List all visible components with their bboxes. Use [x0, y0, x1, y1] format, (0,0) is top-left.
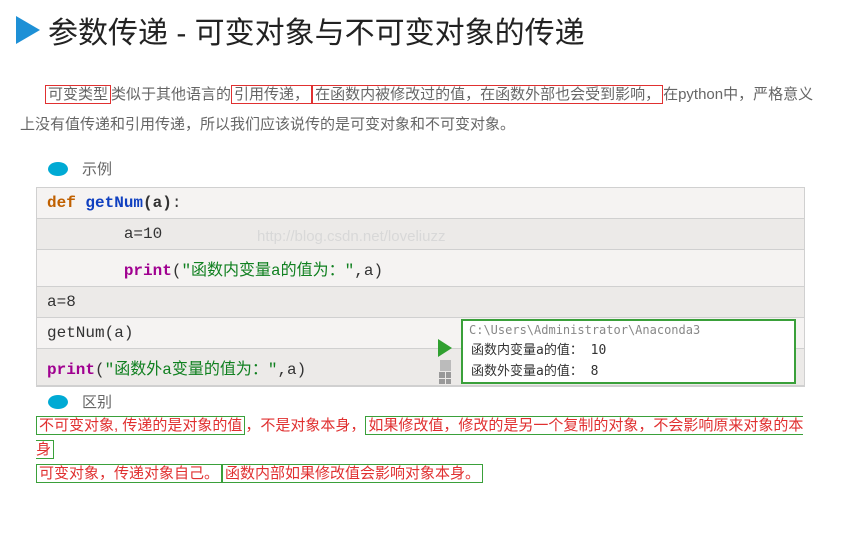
output-box: C:\Users\Administrator\Anaconda3 函数内变量a的…	[461, 319, 796, 384]
code-line-2: a=10	[37, 219, 804, 250]
difference-heading: 区别	[16, 391, 825, 412]
code-block: http://blog.csdn.net/loveliuzz def getNu…	[36, 187, 805, 387]
highlight-mutable-type: 可变类型	[45, 85, 111, 104]
layout-icon[interactable]	[439, 372, 451, 384]
example-label: 示例	[82, 158, 112, 179]
stop-icon[interactable]	[440, 360, 451, 371]
diff-immutable-a: 不可变对象, 传递的是对象的值	[36, 416, 245, 435]
bullet-icon	[48, 162, 68, 176]
output-line-2: 函数外变量a的值： 8	[467, 359, 790, 380]
play-icon[interactable]	[438, 339, 452, 357]
difference-section: 不可变对象, 传递的是对象的值，不是对象本身，如果修改值，修改的是另一个复制的对…	[36, 414, 805, 486]
code-line-4: a=8	[37, 287, 804, 318]
diff-mutable-a: 可变对象，传递对象自己。	[36, 464, 222, 483]
triangle-icon	[16, 16, 40, 44]
highlight-effect: 在函数内被修改过的值，在函数外部也会受到影响，	[312, 85, 663, 104]
difference-label: 区别	[82, 391, 112, 412]
code-line-1: def getNum(a):	[37, 188, 804, 219]
bullet-icon	[48, 395, 68, 409]
page-header: 参数传递 - 可变对象与不可变对象的传递	[16, 8, 825, 52]
diff-mutable-b: 函数内部如果修改值会影响对象本身。	[222, 464, 483, 483]
output-line-1: 函数内变量a的值： 10	[467, 338, 790, 359]
highlight-reference-pass: 引用传递，	[231, 85, 312, 104]
output-path: C:\Users\Administrator\Anaconda3	[467, 323, 790, 337]
intro-paragraph: 可变类型类似于其他语言的引用传递，在函数内被修改过的值，在函数外部也会受到影响，…	[20, 80, 825, 140]
example-heading: 示例	[16, 158, 825, 179]
ide-controls	[438, 339, 452, 384]
code-line-3: print("函数内变量a的值为：",a)	[37, 250, 804, 287]
page-title: 参数传递 - 可变对象与不可变对象的传递	[48, 8, 585, 52]
